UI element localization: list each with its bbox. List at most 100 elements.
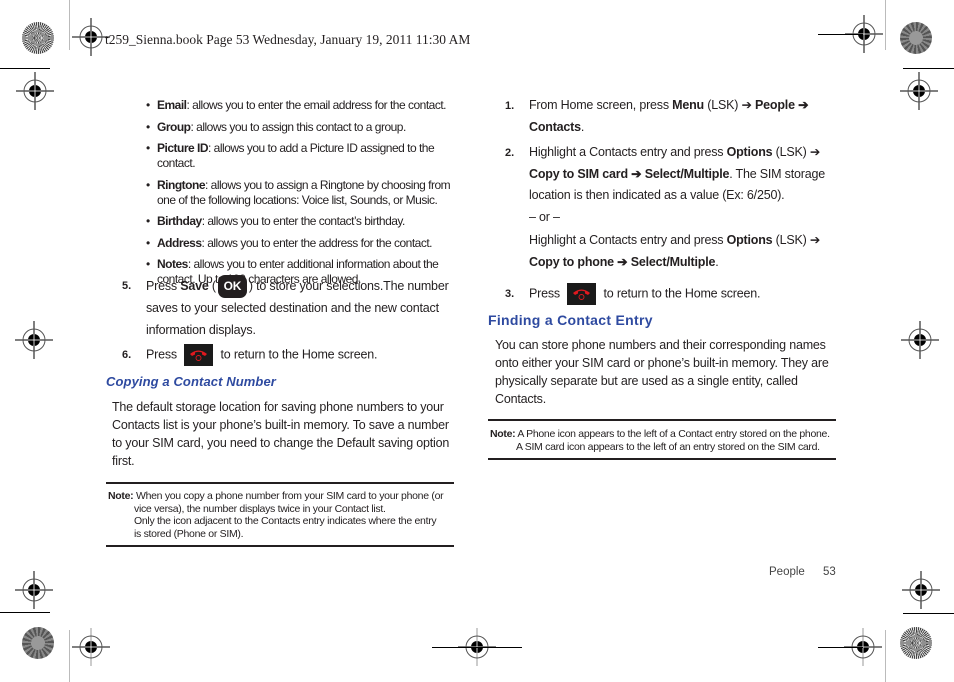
step-text: Press <box>146 347 177 362</box>
bullet-term: Email <box>157 98 187 112</box>
note-label: Note: <box>108 490 134 502</box>
body-paragraph: You can store phone numbers and their co… <box>495 336 840 408</box>
note-text: A SIM card icon appears to the left of a… <box>516 440 820 453</box>
print-header: t259_Sienna.book Page 53 Wednesday, Janu… <box>105 32 471 47</box>
bullet-text: : allows you to enter the contact’s birt… <box>201 214 406 228</box>
bullet-text: : allows you to enter the address for th… <box>201 235 433 250</box>
step-number: 5. <box>122 280 132 292</box>
step-bold: Copy to SIM card ➔ Select/Multiple <box>529 166 730 181</box>
step-text: to return to the Home screen. <box>603 286 761 301</box>
step-text: ➔ <box>794 98 809 112</box>
crop-line <box>903 68 954 69</box>
paragraph-line: onto either your SIM card or phone’s bui… <box>495 356 829 370</box>
bullet-text: : allows you to assign this contact to a… <box>190 119 407 134</box>
crop-line <box>69 0 70 50</box>
crop-line <box>0 68 50 69</box>
step-text: Press <box>146 278 181 293</box>
step-text: (LSK) ➔ <box>772 233 821 247</box>
note-text: When you copy a phone number from your S… <box>135 490 444 502</box>
print-rosette-icon <box>22 22 54 54</box>
list-item: Ringtone: allows you to assign a Rington… <box>146 178 466 208</box>
note-label: Note: <box>490 428 516 440</box>
crop-line <box>69 630 70 682</box>
section-heading: Copying a Contact Number <box>106 374 276 389</box>
step-text: (LSK) ➔ <box>772 145 821 159</box>
step-bold: Save <box>180 278 209 293</box>
bullet-term: Picture ID <box>157 141 209 155</box>
crop-line <box>903 613 954 614</box>
paragraph-line: physically separate but are used as a si… <box>495 374 798 388</box>
step-number: 3. <box>505 288 515 300</box>
print-rosette-icon <box>900 22 932 54</box>
step-bold: Copy to phone ➔ Select/Multiple <box>529 254 716 269</box>
registration-mark-icon <box>72 628 110 666</box>
step-text: to return to the Home screen. <box>220 347 378 362</box>
crop-line <box>432 647 522 648</box>
list-item: Address: allows you to enter the address… <box>146 236 466 251</box>
list-item: Group: allows you to assign this contact… <box>146 120 466 135</box>
step-3: Press to return to the Home screen. <box>529 283 839 305</box>
end-call-key-icon <box>567 283 597 305</box>
registration-mark-icon <box>901 321 939 359</box>
crop-line <box>0 612 50 613</box>
note-text: vice versa), the number displays twice i… <box>134 502 386 515</box>
registration-mark-icon <box>902 571 940 609</box>
step-text: location is then indicated as a value (E… <box>529 188 785 202</box>
paragraph-line: Contacts. <box>495 392 547 406</box>
step-text: From Home screen, press <box>529 98 673 112</box>
section-heading: Finding a Contact Entry <box>488 312 653 328</box>
step-6: Press to return to the Home screen. <box>146 344 466 366</box>
ok-key-icon: OK <box>217 275 247 298</box>
crop-line <box>885 630 886 682</box>
print-rosette-icon <box>900 627 932 659</box>
step-text: . <box>580 119 585 134</box>
note-box: Note: When you copy a phone number from … <box>108 490 456 540</box>
bullet-term: Birthday <box>157 214 202 228</box>
or-separator: – or – <box>529 209 560 224</box>
step-number: 6. <box>122 349 132 361</box>
note-text: A Phone icon appears to the left of a Co… <box>517 428 830 440</box>
step-bold: People <box>755 98 795 112</box>
step-5: Press Save (OK) to store your selections… <box>146 275 466 341</box>
step-text: . The SIM storage <box>729 166 825 181</box>
step-1: From Home screen, press Menu (LSK) ➔ Peo… <box>529 95 839 138</box>
list-item: Email: allows you to enter the email add… <box>146 98 466 113</box>
registration-mark-icon <box>15 571 53 609</box>
registration-mark-icon <box>16 72 54 110</box>
bullet-term: Address <box>157 235 202 250</box>
crop-line <box>818 647 863 648</box>
step-text: information displays. <box>146 322 256 337</box>
body-paragraph: The default storage location for saving … <box>112 400 450 468</box>
step-text: Highlight a Contacts entry and press <box>529 233 727 247</box>
note-box: Note: A Phone icon appears to the left o… <box>490 428 840 453</box>
step-2: Highlight a Contacts entry and press Opt… <box>529 142 839 273</box>
field-bullet-list: Email: allows you to enter the email add… <box>146 98 466 294</box>
registration-mark-icon <box>15 321 53 359</box>
step-number: 2. <box>505 147 515 159</box>
crop-line <box>885 0 886 50</box>
step-number: 1. <box>505 100 515 112</box>
bullet-term: Notes <box>157 257 188 271</box>
note-rule <box>106 482 454 484</box>
crop-line <box>818 34 863 35</box>
list-item: Birthday: allows you to enter the contac… <box>146 214 466 229</box>
registration-mark-icon <box>900 72 938 110</box>
step-bold: Options <box>726 145 773 159</box>
step-text: (LSK) ➔ <box>704 98 756 112</box>
footer-section: People <box>769 566 805 578</box>
step-text: Highlight a Contacts entry and press <box>529 145 727 159</box>
step-text: . <box>715 254 719 269</box>
note-text: is stored (Phone or SIM). <box>134 527 244 540</box>
step-bold: Contacts <box>529 119 581 134</box>
paragraph-line: You can store phone numbers and their co… <box>495 338 826 352</box>
note-rule <box>106 545 454 547</box>
bullet-text: : allows you to enter the email address … <box>186 98 447 112</box>
list-item: Picture ID: allows you to add a Picture … <box>146 141 466 171</box>
bullet-term: Ringtone <box>157 177 206 192</box>
note-rule <box>488 458 836 460</box>
bullet-term: Group <box>157 119 191 134</box>
page-number: 53 <box>823 566 836 578</box>
step-bold: Options <box>726 233 773 247</box>
print-rosette-icon <box>22 627 54 659</box>
step-text: Press <box>529 286 560 301</box>
